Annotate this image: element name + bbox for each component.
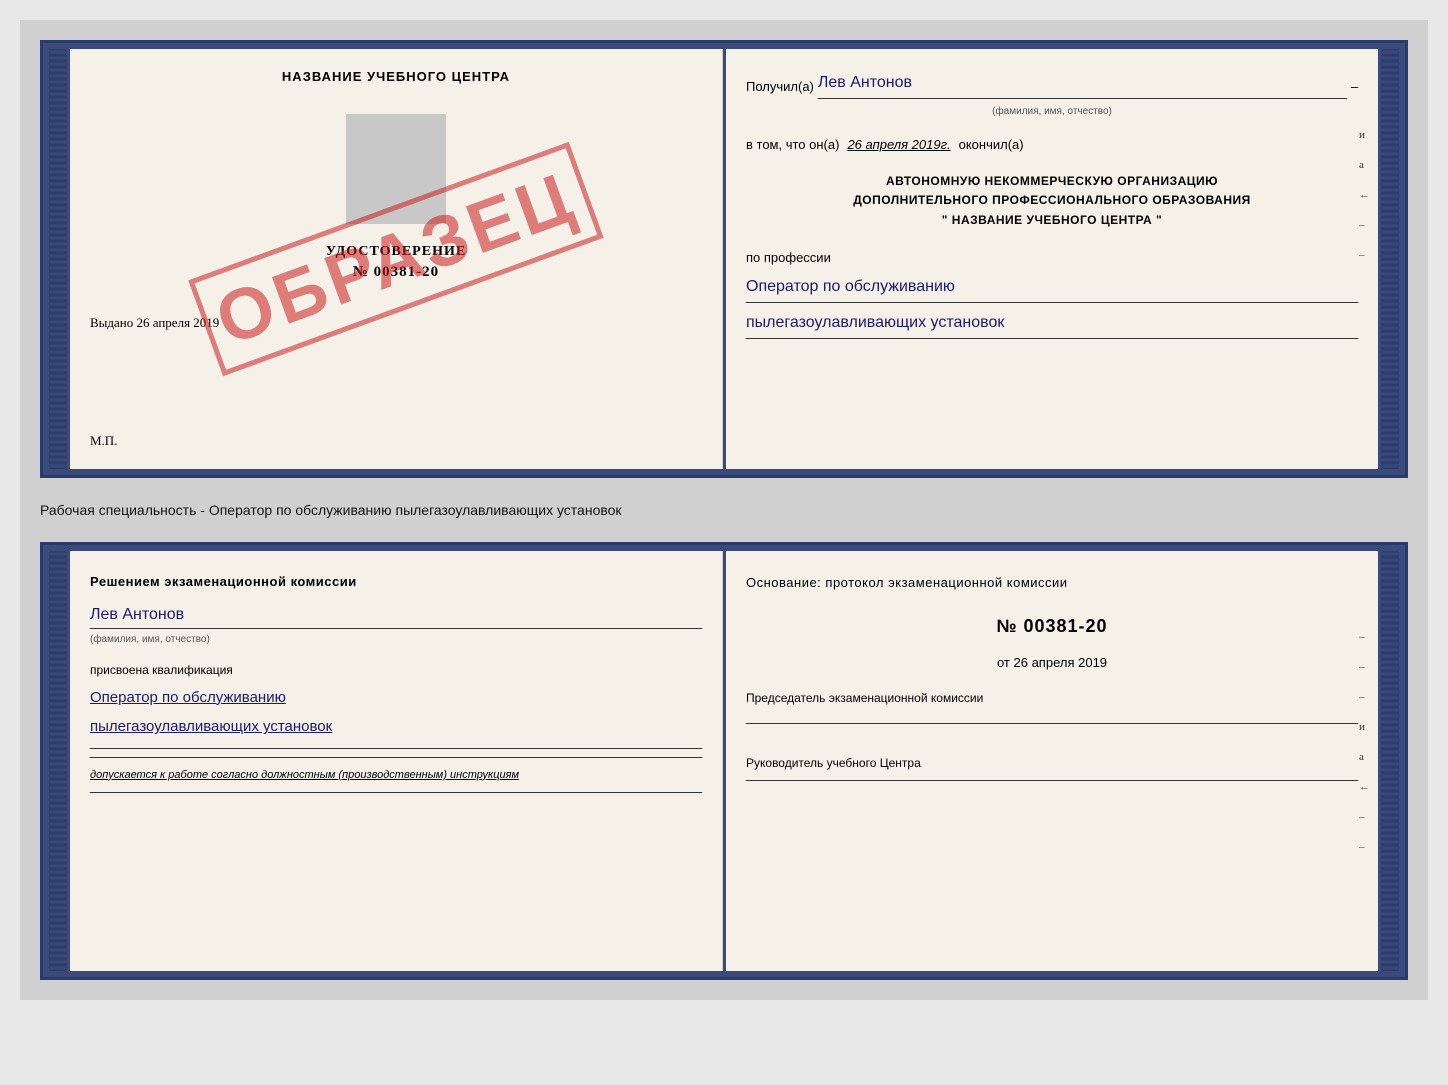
certificate-label: УДОСТОВЕРЕНИЕ <box>326 244 466 260</box>
top-right-side-marks: и а ← – – <box>1359 129 1370 261</box>
recipient-line: Получил(а) Лев Антонов – <box>746 69 1358 99</box>
top-left-page: НАЗВАНИЕ УЧЕБНОГО ЦЕНТРА УДОСТОВЕРЕНИЕ №… <box>70 49 723 469</box>
profession-value-line2: пылегазоулавливающих установок <box>746 309 1358 339</box>
person-name-hint: (фамилия, имя, отчество) <box>90 631 702 648</box>
top-book-spine-left <box>49 49 67 469</box>
signature-line-1 <box>90 748 702 749</box>
issued-date: Выдано 26 апреля 2019 <box>90 315 702 331</box>
bottom-right-page: Основание: протокол экзаменационной коми… <box>726 551 1378 971</box>
chairman-label: Председатель экзаменационной комиссии <box>746 690 1358 707</box>
org-line1: АВТОНОМНУЮ НЕКОММЕРЧЕСКУЮ ОРГАНИЗАЦИЮ <box>746 172 1358 191</box>
qualification-label: присвоена квалификация <box>90 660 702 680</box>
protocol-date: от 26 апреля 2019 <box>746 651 1358 674</box>
top-right-page: Получил(а) Лев Антонов – (фамилия, имя, … <box>726 49 1378 469</box>
profession-value-line1: Оператор по обслуживанию <box>746 273 1358 303</box>
mp-label: М.П. <box>90 433 117 449</box>
top-document: НАЗВАНИЕ УЧЕБНОГО ЦЕНТРА УДОСТОВЕРЕНИЕ №… <box>40 40 1408 478</box>
director-label: Руководитель учебного Центра <box>746 755 1358 772</box>
bottom-book-spine-right <box>1381 551 1399 971</box>
date-prefix: в том, что он(а) <box>746 133 839 156</box>
page-wrapper: НАЗВАНИЕ УЧЕБНОГО ЦЕНТРА УДОСТОВЕРЕНИЕ №… <box>20 20 1428 1000</box>
recipient-label: Получил(а) <box>746 75 814 98</box>
date-line: в том, что он(а) 26 апреля 2019г. окончи… <box>746 133 1358 156</box>
protocol-date-value: 26 апреля 2019 <box>1014 655 1108 670</box>
bottom-right-side-marks: – – – и а ← – – <box>1359 631 1370 853</box>
top-right-content: Получил(а) Лев Антонов – (фамилия, имя, … <box>746 69 1358 339</box>
photo-placeholder <box>346 114 446 224</box>
issued-date-value: 26 апреля 2019 <box>137 315 220 330</box>
chairman-sig-line <box>746 723 1358 724</box>
signature-line-3 <box>90 792 702 793</box>
top-book-spine-right <box>1381 49 1399 469</box>
org-line2: ДОПОЛНИТЕЛЬНОГО ПРОФЕССИОНАЛЬНОГО ОБРАЗО… <box>746 191 1358 210</box>
separator-text: Рабочая специальность - Оператор по обсл… <box>40 494 1408 526</box>
bottom-right-content: Основание: протокол экзаменационной коми… <box>746 571 1358 781</box>
recipient-name-hint: (фамилия, имя, отчество) <box>746 103 1358 121</box>
date-suffix: окончил(а) <box>959 133 1024 156</box>
bottom-left-content: Решением экзаменационной комиссии Лев Ан… <box>90 571 702 793</box>
bottom-left-page: Решением экзаменационной комиссии Лев Ан… <box>70 551 723 971</box>
qualification-value-line2: пылегазоулавливающих установок <box>90 714 702 740</box>
top-left-content: НАЗВАНИЕ УЧЕБНОГО ЦЕНТРА УДОСТОВЕРЕНИЕ №… <box>90 69 702 449</box>
person-name-bottom: Лев Антонов <box>90 601 702 629</box>
profession-label: по профессии <box>746 246 1358 269</box>
qualification-value-line1: Оператор по обслуживанию <box>90 685 702 711</box>
org-block: АВТОНОМНУЮ НЕКОММЕРЧЕСКУЮ ОРГАНИЗАЦИЮ ДО… <box>746 172 1358 230</box>
protocol-date-prefix: от <box>997 655 1010 670</box>
recipient-dash: – <box>1351 75 1358 98</box>
protocol-number: № 00381-20 <box>746 610 1358 642</box>
recipient-name: Лев Антонов <box>818 69 1347 99</box>
bottom-document: Решением экзаменационной комиссии Лев Ан… <box>40 542 1408 980</box>
director-sig-line <box>746 780 1358 781</box>
basis-title: Основание: протокол экзаменационной коми… <box>746 571 1358 594</box>
admission-text: допускается к работе согласно должностны… <box>90 766 702 785</box>
training-center-title: НАЗВАНИЕ УЧЕБНОГО ЦЕНТРА <box>282 69 510 84</box>
certificate-number: № 00381-20 <box>353 264 439 281</box>
org-line3: " НАЗВАНИЕ УЧЕБНОГО ЦЕНТРА " <box>746 211 1358 230</box>
issued-date-label: Выдано <box>90 315 133 330</box>
signature-line-2 <box>90 757 702 758</box>
bottom-book-spine-left <box>49 551 67 971</box>
decision-title: Решением экзаменационной комиссии <box>90 571 702 593</box>
date-value: 26 апреля 2019г. <box>847 133 950 156</box>
